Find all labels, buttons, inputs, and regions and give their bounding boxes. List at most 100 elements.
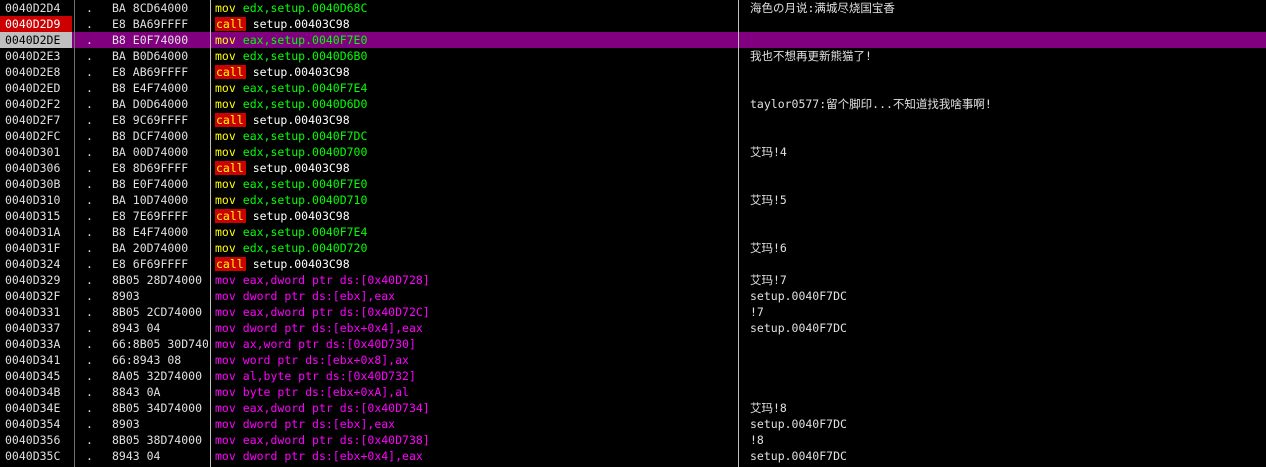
disasm-row[interactable]: 0040D301. BA 00D74000 mov edx,setup.0040D70… (0, 144, 1266, 160)
row-operands: eax,setup.0040F7E4 (242, 225, 368, 239)
row-instruction: mov dword ptr ds:[ebx],eax (215, 416, 738, 432)
row-comment (750, 176, 1260, 192)
row-address[interactable]: 0040D310 (0, 192, 72, 208)
row-address[interactable]: 0040D2E8 (0, 64, 72, 80)
row-marker: . (86, 1, 93, 15)
disasm-row[interactable]: 0040D354. 8903 mov dword ptr ds:[ebx],eax se… (0, 416, 1266, 432)
row-address[interactable]: 0040D35C (0, 448, 72, 464)
mov-mnemonic: mov (215, 369, 236, 383)
disasm-row[interactable]: 0040D337. 8943 04 mov dword ptr ds:[ebx+0x4… (0, 320, 1266, 336)
row-operands: eax,dword ptr ds:[0x40D728] (242, 273, 430, 287)
row-comment (750, 224, 1260, 240)
disasm-row[interactable]: 0040D34B. 8843 0A mov byte ptr ds:[ebx+0xA]… (0, 384, 1266, 400)
row-comment: 艾玛!5 (750, 193, 787, 207)
row-address[interactable]: 0040D2E3 (0, 48, 72, 64)
row-operands: dword ptr ds:[ebx],eax (242, 289, 396, 303)
disasm-row[interactable]: 0040D2FC. B8 DCF74000 mov eax,setup.0040F7D… (0, 128, 1266, 144)
disasm-row[interactable]: 0040D2F2. BA D0D64000 mov edx,setup.0040D6D… (0, 96, 1266, 112)
row-marker: . (86, 209, 93, 223)
disasm-row[interactable]: 0040D2E3. BA B0D64000 mov edx,setup.0040D6B… (0, 48, 1266, 64)
row-address[interactable]: 0040D356 (0, 432, 72, 448)
disasm-row[interactable]: 0040D329. 8B05 28D74000 mov eax,dword ptr d… (0, 272, 1266, 288)
row-instruction: mov dword ptr ds:[ebx+0x4],eax (215, 320, 738, 336)
row-operands: eax,setup.0040F7E0 (242, 177, 368, 191)
row-address[interactable]: 0040D354 (0, 416, 72, 432)
row-address[interactable]: 0040D34E (0, 400, 72, 416)
row-comment: taylor0577:留个脚印...不知道找我啥事啊! (750, 97, 992, 111)
row-instruction: call setup.00403C98 (215, 16, 738, 32)
row-address[interactable]: 0040D31A (0, 224, 72, 240)
row-address[interactable]: 0040D324 (0, 256, 72, 272)
row-marker: . (86, 17, 93, 31)
column-divider[interactable] (738, 0, 739, 467)
row-address[interactable]: 0040D331 (0, 304, 72, 320)
disasm-row[interactable]: 0040D331. 8B05 2CD74000 mov eax,dword ptr d… (0, 304, 1266, 320)
row-address[interactable]: 0040D2F2 (0, 96, 72, 112)
mov-mnemonic: mov (215, 1, 236, 15)
column-divider[interactable] (74, 0, 75, 467)
row-address[interactable]: 0040D337 (0, 320, 72, 336)
disasm-row[interactable]: 0040D324. E8 6F69FFFF call setup.00403C98 (0, 256, 1266, 272)
disasm-row[interactable]: 0040D33A. 66:8B05 30D740 mov ax,word ptr ds… (0, 336, 1266, 352)
row-address[interactable]: 0040D341 (0, 352, 72, 368)
row-address[interactable]: 0040D2D4 (0, 0, 72, 16)
row-address[interactable]: 0040D2D9 (0, 16, 72, 32)
disasm-row[interactable]: 0040D34E. 8B05 34D74000 mov eax,dword ptr d… (0, 400, 1266, 416)
row-hex-bytes: 8903 (112, 289, 140, 303)
row-marker: . (86, 97, 93, 111)
row-address[interactable]: 0040D2FC (0, 128, 72, 144)
row-marker: . (86, 321, 93, 335)
row-address[interactable]: 0040D329 (0, 272, 72, 288)
disasm-row[interactable]: 0040D2D9. E8 BA69FFFF call setup.00403C98 (0, 16, 1266, 32)
row-address[interactable]: 0040D306 (0, 160, 72, 176)
row-marker: . (86, 305, 93, 319)
mov-mnemonic: mov (215, 81, 236, 95)
row-operands: setup.00403C98 (252, 113, 350, 127)
disasm-row[interactable]: 0040D31F. BA 20D74000 mov edx,setup.0040D72… (0, 240, 1266, 256)
disasm-row[interactable]: 0040D31A. B8 E4F74000 mov eax,setup.0040F7E… (0, 224, 1266, 240)
row-hex-bytes: 8903 (112, 417, 140, 431)
call-mnemonic: call (215, 65, 246, 79)
row-marker: . (86, 417, 93, 431)
row-marker: . (86, 401, 93, 415)
row-address[interactable]: 0040D315 (0, 208, 72, 224)
disasm-row[interactable]: 0040D306. E8 8D69FFFF call setup.00403C98 (0, 160, 1266, 176)
row-address[interactable]: 0040D2F7 (0, 112, 72, 128)
column-divider[interactable] (210, 0, 211, 467)
row-marker: . (86, 241, 93, 255)
row-address[interactable]: 0040D30B (0, 176, 72, 192)
row-marker: . (86, 81, 93, 95)
row-comment: 我也不想再更新熊猫了! (750, 49, 872, 63)
disasm-row[interactable]: 0040D341. 66:8943 08 mov word ptr ds:[ebx+0… (0, 352, 1266, 368)
disasm-row[interactable]: 0040D2E8. E8 AB69FFFF call setup.00403C98 (0, 64, 1266, 80)
row-hex-bytes: B8 DCF74000 (112, 129, 189, 143)
disasm-row[interactable]: 0040D2D4. BA 8CD64000 mov edx,setup.0040D68… (0, 0, 1266, 16)
disasm-row[interactable]: 0040D315. E8 7E69FFFF call setup.00403C98 (0, 208, 1266, 224)
row-address[interactable]: 0040D2DE (0, 32, 72, 48)
row-operands: edx,setup.0040D6D0 (242, 97, 368, 111)
disasm-row[interactable]: 0040D2ED. B8 E4F74000 mov eax,setup.0040F7E… (0, 80, 1266, 96)
row-marker: . (86, 129, 93, 143)
row-hex-bytes: BA 10D74000 (112, 193, 189, 207)
disasm-row[interactable]: 0040D32F. 8903 mov dword ptr ds:[ebx],eax se… (0, 288, 1266, 304)
row-hex-bytes: E8 9C69FFFF (112, 113, 189, 127)
row-address[interactable]: 0040D32F (0, 288, 72, 304)
disassembly-pane[interactable]: 0040D2D4. BA 8CD64000 mov edx,setup.0040D68… (0, 0, 1266, 467)
disasm-row[interactable]: 0040D356. 8B05 38D74000 mov eax,dword ptr d… (0, 432, 1266, 448)
disasm-row[interactable]: 0040D30B. B8 E0F74000 mov eax,setup.0040F7E… (0, 176, 1266, 192)
row-address[interactable]: 0040D34B (0, 384, 72, 400)
mov-mnemonic: mov (215, 305, 236, 319)
row-address[interactable]: 0040D301 (0, 144, 72, 160)
call-mnemonic: call (215, 161, 246, 175)
row-address[interactable]: 0040D2ED (0, 80, 72, 96)
disasm-row[interactable]: 0040D345. 8A05 32D74000 mov al,byte ptr ds:… (0, 368, 1266, 384)
row-address[interactable]: 0040D345 (0, 368, 72, 384)
row-address[interactable]: 0040D31F (0, 240, 72, 256)
row-hex-bytes: E8 6F69FFFF (112, 257, 189, 271)
disasm-row[interactable]: 0040D35C. 8943 04 mov dword ptr ds:[ebx+0x4… (0, 448, 1266, 464)
row-address[interactable]: 0040D33A (0, 336, 72, 352)
row-instruction: mov ax,word ptr ds:[0x40D730] (215, 336, 738, 352)
disasm-row[interactable]: 0040D310. BA 10D74000 mov edx,setup.0040D71… (0, 192, 1266, 208)
disasm-row[interactable]: 0040D2F7. E8 9C69FFFF call setup.00403C98 (0, 112, 1266, 128)
disasm-row[interactable]: 0040D2DE. B8 E0F74000 mov eax,setup.0040F7E… (0, 32, 1266, 48)
